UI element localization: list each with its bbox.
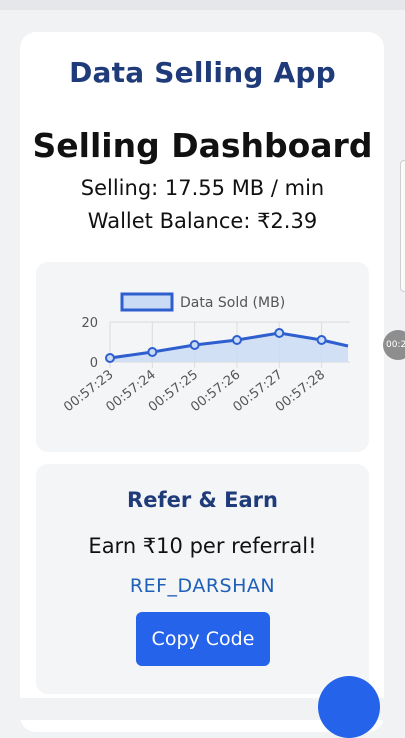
- y-tick-label: 0: [90, 356, 98, 371]
- data-point: [231, 335, 242, 345]
- data-sold-chart: 20 0 00:57:23 00:57:24 00:57:25 00:57:26 00:57…: [36, 262, 369, 452]
- y-tick-label: 20: [81, 316, 98, 331]
- overlay-bubble[interactable]: 00:23: [383, 330, 405, 360]
- chart-canvas: 20000:57:2300:57:2400:57:2500:57:2600:57…: [61, 292, 350, 415]
- refer-section: Refer & Earn Earn ₹10 per referral! REF_…: [36, 464, 369, 694]
- data-point: [147, 347, 158, 357]
- floating-action-button[interactable]: [318, 676, 380, 738]
- dashboard-title: Selling Dashboard: [32, 126, 373, 165]
- legend-swatch: [120, 292, 174, 312]
- copy-code-button[interactable]: Copy Code: [136, 612, 270, 666]
- refer-description: Earn ₹10 per referral!: [88, 534, 317, 558]
- wallet-balance: Wallet Balance: ₹2.39: [87, 209, 318, 233]
- data-point: [189, 340, 200, 350]
- edge-panel-handle[interactable]: [400, 160, 405, 292]
- data-point: [274, 328, 285, 338]
- app-title: Data Selling App: [69, 56, 336, 89]
- refer-title: Refer & Earn: [127, 488, 278, 512]
- legend-label: Data Sold (MB): [180, 295, 285, 311]
- data-point: [316, 335, 327, 345]
- status-bar: [0, 0, 405, 10]
- referral-code: REF_DARSHAN: [129, 575, 276, 597]
- selling-rate: Selling: 17.55 MB / min: [80, 176, 325, 200]
- data-point: [105, 353, 115, 363]
